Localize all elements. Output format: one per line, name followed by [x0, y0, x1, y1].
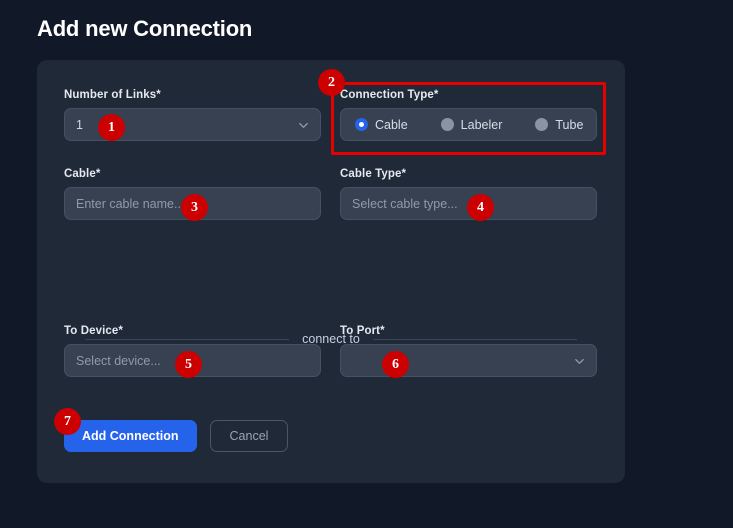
radio-unselected-icon [441, 118, 454, 131]
radio-unselected-icon [535, 118, 548, 131]
cable-type-label: Cable Type* [340, 168, 597, 180]
to-device-label: To Device* [64, 325, 321, 337]
chevron-down-icon [298, 119, 309, 130]
number-of-links-value: 1 [76, 118, 83, 132]
form-row-2: Cable* Enter cable name... Cable Type* S… [64, 168, 597, 220]
annotation-badge-1: 1 [98, 114, 125, 141]
number-of-links-label: Number of Links* [64, 89, 321, 101]
radio-option-labeler[interactable]: Labeler [441, 118, 503, 132]
form-row-1: Number of Links* 1 Connection Type* Cabl… [64, 89, 597, 141]
connection-type-label: Connection Type* [340, 89, 597, 101]
annotation-badge-4: 4 [467, 194, 494, 221]
form-actions: Add Connection Cancel [64, 420, 288, 452]
to-port-select[interactable] [340, 344, 597, 377]
annotation-badge-3: 3 [181, 194, 208, 221]
add-connection-button[interactable]: Add Connection [64, 420, 197, 452]
annotation-badge-7: 7 [54, 408, 81, 435]
annotation-badge-5: 5 [175, 351, 202, 378]
radio-option-cable-label: Cable [375, 118, 408, 132]
annotation-badge-6: 6 [382, 351, 409, 378]
cancel-button[interactable]: Cancel [210, 420, 289, 452]
cable-label: Cable* [64, 168, 321, 180]
annotation-badge-2: 2 [318, 69, 345, 96]
to-port-label: To Port* [340, 325, 597, 337]
radio-option-labeler-label: Labeler [461, 118, 503, 132]
chevron-down-icon [574, 355, 585, 366]
connection-type-radio-group: Cable Labeler Tube [340, 108, 597, 141]
radio-option-cable[interactable]: Cable [355, 118, 408, 132]
radio-selected-icon [355, 118, 368, 131]
page-title: Add new Connection [37, 16, 252, 42]
add-connection-form-card: Number of Links* 1 Connection Type* Cabl… [37, 60, 625, 483]
radio-option-tube-label: Tube [555, 118, 583, 132]
radio-option-tube[interactable]: Tube [535, 118, 583, 132]
form-row-3: To Device* Select device... To Port* [64, 325, 597, 377]
field-connection-type: Connection Type* Cable Labeler Tube [340, 89, 597, 141]
field-to-port: To Port* [340, 325, 597, 377]
